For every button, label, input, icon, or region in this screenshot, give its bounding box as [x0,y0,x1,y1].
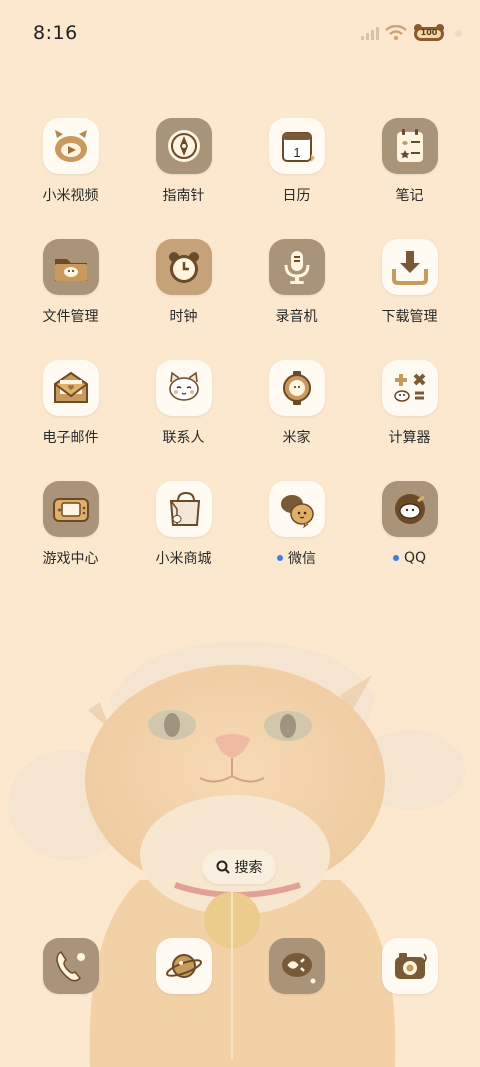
search-label: 搜索 [234,860,263,876]
dock-camera[interactable] [353,938,466,994]
app-email[interactable]: 电子邮件 [14,360,127,446]
app-label: 录音机 [275,309,318,325]
app-row: 文件管理 时钟 录音机 下载管理 [14,239,466,325]
phone-icon [42,938,99,994]
app-label: 计算器 [388,430,431,446]
calendar-day: 1 [293,145,300,160]
battery-level: 100 [420,28,438,37]
gamepad-icon [42,481,99,537]
app-label: 微信 [288,551,316,567]
app-label: 笔记 [395,188,424,204]
shopping-bag-icon [155,481,212,537]
mijia-icon [268,360,325,416]
mail-icon [42,360,99,416]
status-icons: 100 [361,24,462,42]
status-time: 8:16 [33,22,78,44]
app-label: 小米视频 [42,188,99,204]
calculator-icon [381,360,438,416]
app-label: 文件管理 [42,309,99,325]
status-bar: 8:16 100 [0,0,480,66]
app-row: 游戏中心 小米商城 微信 QQ [14,481,466,567]
notification-dot [392,555,399,561]
contacts-cat-icon [155,360,212,416]
dock [14,938,466,994]
battery-icon: 100 [413,24,445,42]
clock-icon [155,239,212,295]
app-label: 电子邮件 [42,430,99,446]
status-indicator-dot [455,29,462,37]
app-xiaomi-video[interactable]: 小米视频 [14,118,127,204]
dock-phone[interactable] [14,938,127,994]
app-xiaomi-mall[interactable]: 小米商城 [127,481,240,567]
app-grid: 小米视频 指南针 1 日历 笔记 文件管理 时钟 录音机 下载管理 电子邮件 联… [14,118,466,602]
app-label: 小米商城 [155,551,212,567]
qq-icon [381,481,438,537]
search-icon [216,860,230,874]
wifi-icon [385,25,407,41]
app-compass[interactable]: 指南针 [127,118,240,204]
video-icon [42,118,99,174]
app-label: QQ [403,550,427,566]
download-icon [381,239,438,295]
app-row: 电子邮件 联系人 米家 计算器 [14,360,466,446]
compass-icon [155,118,212,174]
search-button[interactable]: 搜索 [202,850,276,884]
dock-browser[interactable] [127,938,240,994]
app-qq[interactable]: QQ [353,481,466,567]
wechat-icon [268,481,325,537]
app-calculator[interactable]: 计算器 [353,360,466,446]
folder-icon [42,239,99,295]
app-notes[interactable]: 笔记 [353,118,466,204]
app-calendar[interactable]: 1 日历 [240,118,353,204]
app-row: 小米视频 指南针 1 日历 笔记 [14,118,466,204]
app-label: 日历 [282,188,311,204]
app-download-manager[interactable]: 下载管理 [353,239,466,325]
app-clock[interactable]: 时钟 [127,239,240,325]
app-label: 游戏中心 [42,551,99,567]
app-label: 下载管理 [381,309,438,325]
notes-icon [381,118,438,174]
app-recorder[interactable]: 录音机 [240,239,353,325]
app-contacts[interactable]: 联系人 [127,360,240,446]
app-label: 米家 [282,430,311,446]
app-game-center[interactable]: 游戏中心 [14,481,127,567]
app-file-manager[interactable]: 文件管理 [14,239,127,325]
browser-planet-icon [155,938,212,994]
recorder-icon [268,239,325,295]
messages-icon [268,938,325,994]
app-label: 时钟 [169,309,198,325]
calendar-icon: 1 [268,118,325,174]
wallpaper-cat-image [0,630,480,1067]
camera-icon [381,938,438,994]
app-wechat[interactable]: 微信 [240,481,353,567]
dock-messages[interactable] [240,938,353,994]
notification-dot [277,555,283,561]
app-label: 联系人 [162,430,205,446]
app-label: 指南针 [162,188,205,204]
signal-icon [361,27,379,40]
app-mijia[interactable]: 米家 [240,360,353,446]
